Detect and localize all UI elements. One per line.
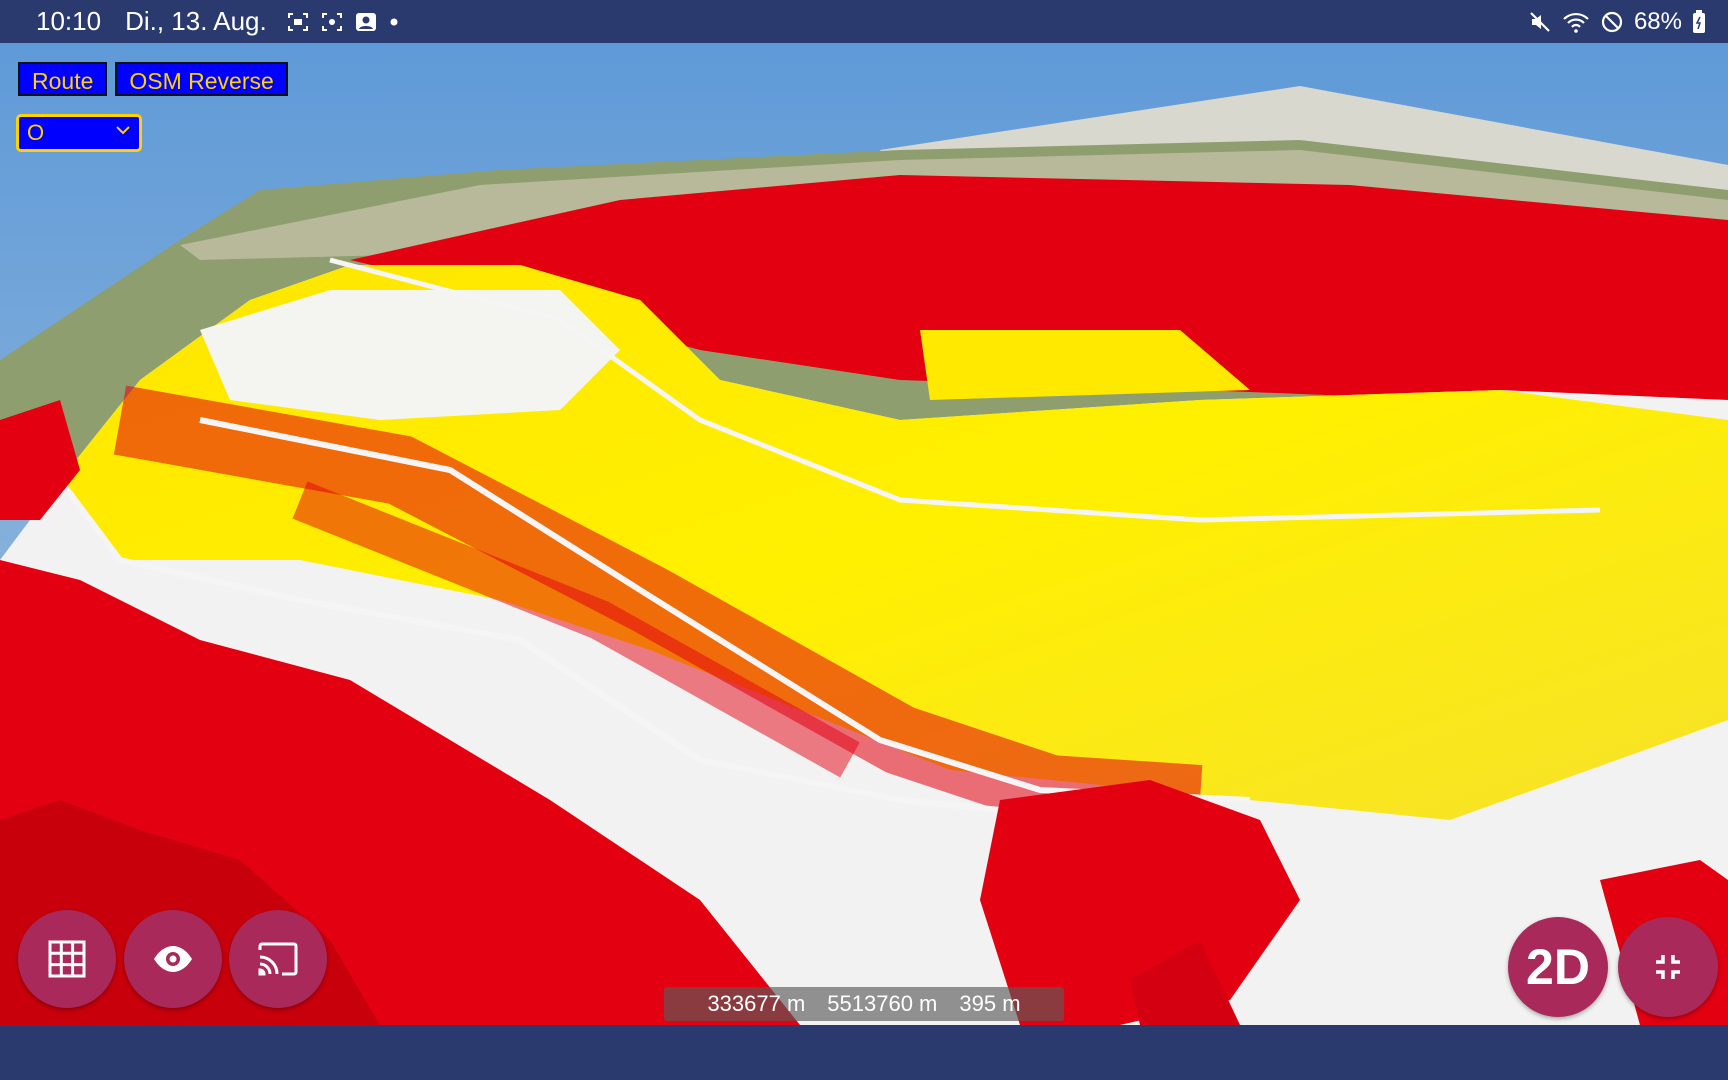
- osm-reverse-button[interactable]: OSM Reverse: [115, 62, 288, 96]
- map-3d-view[interactable]: [0, 43, 1728, 1025]
- status-bar: 10:10 Di., 13. Aug. 68%: [0, 0, 1728, 43]
- toolbar: Route OSM Reverse: [18, 62, 288, 96]
- grid-button[interactable]: [18, 910, 116, 1008]
- visibility-button[interactable]: [124, 910, 222, 1008]
- coordinates-readout: 333677 m 5513760 m 395 m: [664, 987, 1064, 1021]
- battery-icon: [1693, 9, 1705, 33]
- status-time: 10:10: [36, 6, 102, 36]
- exit-fullscreen-button[interactable]: [1618, 917, 1718, 1017]
- coord-y: 5513760 m: [827, 991, 938, 1016]
- notification-dot-icon: [390, 18, 398, 25]
- battery-percent: 68%: [1633, 7, 1682, 35]
- chevron-down-icon: [116, 126, 130, 135]
- wifi-icon: [1563, 12, 1589, 33]
- do-not-disturb-icon: [1601, 11, 1623, 32]
- mode-2d-button[interactable]: 2D: [1508, 917, 1608, 1017]
- layer-select-value: O: [27, 120, 45, 145]
- coord-z: 395 m: [959, 991, 1021, 1016]
- layer-select[interactable]: O: [16, 114, 142, 152]
- cast-button[interactable]: [229, 910, 327, 1008]
- cast-icon: [258, 942, 298, 976]
- mode-2d-label: 2D: [1526, 939, 1590, 995]
- navigation-bar: [0, 1025, 1728, 1080]
- status-date: Di., 13. Aug.: [125, 6, 267, 36]
- mute-icon: [1530, 11, 1550, 32]
- grid-icon: [48, 940, 86, 978]
- screenshot-icon: [287, 12, 308, 31]
- route-button[interactable]: Route: [18, 62, 108, 96]
- terrain-scene[interactable]: [0, 43, 1728, 1025]
- contact-icon: [355, 12, 376, 31]
- screen-record-icon: [321, 12, 342, 31]
- coord-x: 333677 m: [707, 991, 806, 1016]
- collapse-icon: [1656, 955, 1680, 979]
- eye-icon: [154, 946, 192, 972]
